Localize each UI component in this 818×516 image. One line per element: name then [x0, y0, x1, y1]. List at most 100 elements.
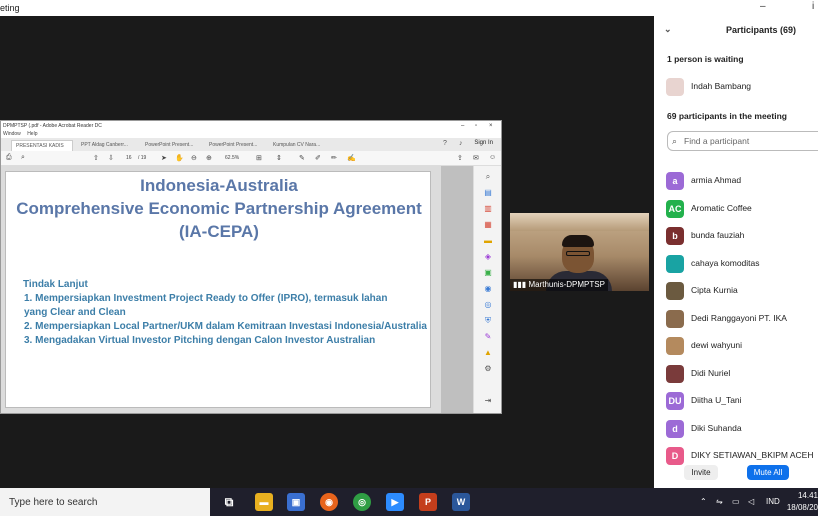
- participant-video[interactable]: ▮▮▮ Marthunis-DPMPTSP: [510, 213, 649, 291]
- participant-row[interactable]: Dedi Ranggayoni PT. IKA: [666, 309, 818, 329]
- zoom-in-icon[interactable]: ⊕: [206, 154, 212, 162]
- menu-window[interactable]: Window: [3, 131, 21, 137]
- organize-icon[interactable]: ▣: [483, 268, 493, 277]
- language-indicator[interactable]: IND: [766, 497, 780, 506]
- avatar: b: [666, 227, 684, 245]
- avatar: [666, 364, 684, 383]
- participant-row[interactable]: b bunda fauziah: [666, 226, 818, 246]
- battery-icon[interactable]: ▭: [732, 497, 740, 506]
- user-icon[interactable]: ☺: [489, 154, 496, 161]
- window-titlebar: eting – i: [0, 0, 818, 16]
- participant-row[interactable]: DU Diitha U_Tani: [666, 391, 818, 411]
- participant-row[interactable]: Cipta Kurnia: [666, 281, 818, 301]
- comment-icon[interactable]: ✎: [299, 154, 305, 162]
- doc-tab-3[interactable]: PowerPoint Present...: [141, 140, 197, 151]
- doc-tab-1[interactable]: PRESENTASI KADIS ...: [11, 140, 73, 160]
- zoom-search-icon[interactable]: ⌕: [21, 154, 25, 162]
- avatar: AC: [666, 199, 684, 218]
- avatar: [666, 78, 684, 96]
- doc-tab-2[interactable]: PPT Aldag Canberr...: [77, 140, 132, 151]
- acrobat-close-icon[interactable]: ×: [489, 121, 493, 131]
- page-total: / 19: [138, 155, 147, 161]
- mail-icon[interactable]: ✉: [473, 154, 479, 162]
- powerpoint-icon[interactable]: P: [419, 493, 437, 511]
- search-input[interactable]: ⌕ Find a participant: [667, 131, 818, 151]
- highlight-icon[interactable]: ✏: [331, 154, 337, 162]
- page-current[interactable]: 16: [126, 155, 132, 161]
- pen-icon[interactable]: ✐: [315, 154, 321, 162]
- collapse-pane-icon[interactable]: ⇥: [483, 396, 493, 405]
- waiting-label: 1 person is waiting: [667, 54, 744, 64]
- scrollbar-track[interactable]: [441, 166, 473, 413]
- participant-row[interactable]: AC Aromatic Coffee: [666, 199, 818, 219]
- fill-sign-icon[interactable]: ✎: [483, 332, 493, 341]
- create-pdf-icon[interactable]: ▥: [483, 204, 493, 213]
- search-tool-icon[interactable]: ⌕: [483, 172, 493, 181]
- store-icon[interactable]: ▣: [287, 493, 305, 511]
- page-down-icon[interactable]: ⇩: [108, 154, 114, 162]
- zoom-out-icon[interactable]: ⊖: [191, 154, 197, 162]
- taskbar-search[interactable]: Type here to search: [0, 488, 210, 516]
- document-view[interactable]: Indonesia-Australia Comprehensive Econom…: [1, 166, 441, 413]
- mute-all-button[interactable]: Mute All: [747, 465, 789, 480]
- export-pdf-icon[interactable]: ▤: [483, 188, 493, 197]
- slide-title-line-2: Comprehensive Economic Partnership Agree…: [16, 199, 422, 218]
- scroll-mode-icon[interactable]: ⇕: [276, 154, 282, 162]
- task-view-icon[interactable]: ⧉: [220, 493, 238, 511]
- participant-name: bunda fauziah: [691, 230, 745, 240]
- search-icon: ⌕: [672, 136, 678, 146]
- file-explorer-icon[interactable]: ▬: [255, 493, 273, 511]
- zoom-icon[interactable]: ▶: [386, 493, 404, 511]
- compress-icon[interactable]: ◉: [483, 284, 493, 293]
- participant-row[interactable]: Didi Nuriel: [666, 364, 818, 384]
- chrome-icon[interactable]: ◎: [353, 493, 371, 511]
- participant-row[interactable]: d Diki Suhanda: [666, 419, 818, 439]
- bell-icon[interactable]: ♪: [459, 140, 463, 147]
- acrobat-tabs: PRESENTASI KADIS ... PPT Aldag Canberr..…: [1, 138, 501, 160]
- edit-pdf-icon[interactable]: ▦: [483, 220, 493, 229]
- avatar: DU: [666, 392, 684, 410]
- doc-tab-4[interactable]: PowerPoint Present...: [205, 140, 261, 151]
- hand-tool-icon[interactable]: ✋: [175, 154, 184, 162]
- sign-in-button[interactable]: Sign In: [474, 140, 493, 146]
- protect-icon[interactable]: ⛨: [483, 316, 493, 325]
- participant-row[interactable]: cahaya komoditas: [666, 254, 818, 274]
- minimize-button[interactable]: –: [760, 1, 766, 12]
- doc-tab-5[interactable]: Kumpulan CV Nara...: [269, 140, 324, 151]
- menu-help[interactable]: Help: [27, 131, 37, 137]
- firefox-icon[interactable]: ◉: [320, 493, 338, 511]
- fit-page-icon[interactable]: ⊞: [256, 154, 262, 162]
- word-icon[interactable]: W: [452, 493, 470, 511]
- video-person-glasses: [566, 251, 590, 256]
- redact-icon[interactable]: ◎: [483, 300, 493, 309]
- combine-icon[interactable]: ◈: [483, 252, 493, 261]
- tray-chevron-icon[interactable]: ⌃: [700, 497, 707, 506]
- doc-tab-label: Kumpulan CV Nara...: [273, 142, 321, 148]
- select-tool-icon[interactable]: ➤: [161, 154, 167, 162]
- clock[interactable]: 14.41 18/08/20: [786, 490, 818, 514]
- more-tools-icon[interactable]: ⚙: [483, 364, 493, 373]
- waiting-participant[interactable]: Indah Bambang: [666, 77, 818, 97]
- slide-item-1: 1. Mempersiapkan Investment Project Read…: [24, 293, 388, 304]
- sign-icon[interactable]: ✍: [347, 154, 356, 162]
- network-icon[interactable]: ⇋: [716, 497, 723, 506]
- participant-row[interactable]: a armia Ahmad: [666, 171, 818, 191]
- volume-icon[interactable]: ◁: [748, 497, 754, 506]
- help-icon[interactable]: ?: [443, 140, 447, 147]
- acrobat-minimize-icon[interactable]: –: [461, 121, 464, 131]
- participant-name: Cipta Kurnia: [691, 285, 738, 295]
- more-button[interactable]: i: [812, 1, 814, 12]
- print-icon[interactable]: ⎙: [6, 154, 12, 162]
- participant-row[interactable]: dewi wahyuni: [666, 336, 818, 356]
- comment-tool-icon[interactable]: ▬: [483, 236, 493, 245]
- chevron-down-icon[interactable]: ⌄: [664, 24, 672, 35]
- in-meeting-label: 69 participants in the meeting: [667, 111, 787, 121]
- page-up-icon[interactable]: ⇧: [93, 154, 99, 162]
- share-icon[interactable]: ⇪: [457, 154, 463, 162]
- zoom-level[interactable]: 62.5%: [225, 155, 239, 161]
- acrobat-restore-icon[interactable]: ▫: [475, 121, 477, 131]
- doc-tab-label: PowerPoint Present...: [209, 142, 258, 148]
- invite-button[interactable]: Invite: [684, 465, 718, 480]
- send-icon[interactable]: ▲: [483, 348, 493, 357]
- acrobat-window: DPMPTSP (.pdf - Adobe Acrobat Reader DC …: [0, 120, 502, 414]
